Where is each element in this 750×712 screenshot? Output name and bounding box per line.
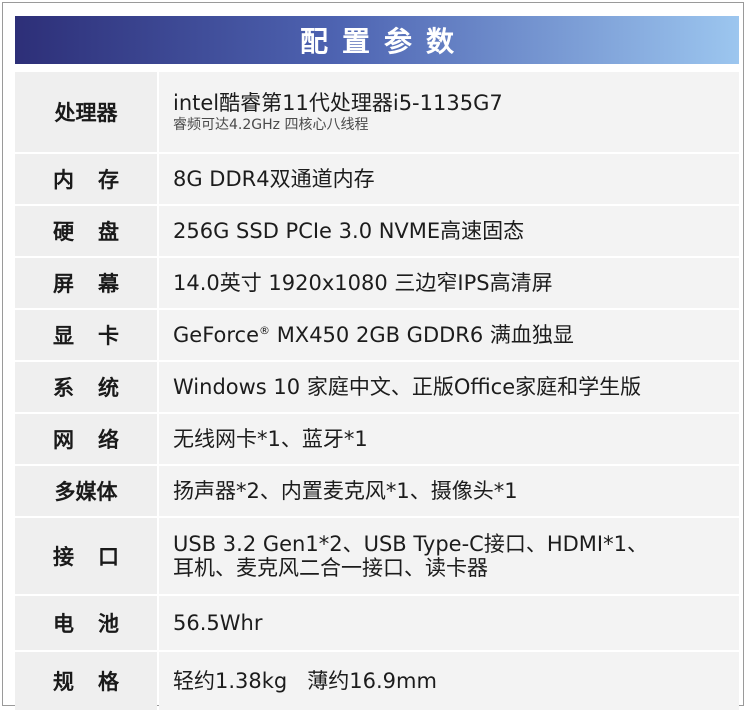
- spec-row-os: 系统 Windows 10 家庭中文、正版Office家庭和学生版: [15, 362, 739, 414]
- spec-label: 显卡: [15, 310, 157, 360]
- gpu-brand: GeForce: [173, 322, 260, 347]
- spec-table: 处理器 intel酷睿第11代处理器i5-1135G7 睿频可达4.2GHz 四…: [15, 72, 739, 710]
- spec-value-main: intel酷睿第11代处理器i5-1135G7: [173, 91, 503, 116]
- spec-row-storage: 硬盘 256G SSD PCIe 3.0 NVME高速固态: [15, 206, 739, 258]
- spec-row-screen: 屏幕 14.0英寸 1920x1080 三边窄IPS高清屏: [15, 258, 739, 310]
- spec-label: 处理器: [15, 72, 157, 152]
- spec-row-memory: 内存 8G DDR4双通道内存: [15, 154, 739, 206]
- spec-value: 扬声器*2、内置麦克风*1、摄像头*1: [159, 466, 739, 516]
- spec-row-cpu: 处理器 intel酷睿第11代处理器i5-1135G7 睿频可达4.2GHz 四…: [15, 72, 739, 154]
- spec-label: 电池: [15, 596, 157, 650]
- spec-label: 系统: [15, 362, 157, 412]
- spec-value: 轻约1.38kg 薄约16.9mm: [159, 652, 739, 710]
- spec-label: 接口: [15, 518, 157, 594]
- spec-label: 屏幕: [15, 258, 157, 308]
- spec-sheet: 配置参数 处理器 intel酷睿第11代处理器i5-1135G7 睿频可达4.2…: [2, 2, 744, 710]
- spec-label: 多媒体: [15, 466, 157, 516]
- spec-row-multimedia: 多媒体 扬声器*2、内置麦克风*1、摄像头*1: [15, 466, 739, 518]
- spec-label: 硬盘: [15, 206, 157, 256]
- spec-label: 规格: [15, 652, 157, 710]
- spec-value: 56.5Whr: [159, 596, 739, 650]
- spec-value: Windows 10 家庭中文、正版Office家庭和学生版: [159, 362, 739, 412]
- spec-row-network: 网络 无线网卡*1、蓝牙*1: [15, 414, 739, 466]
- header-banner: 配置参数: [15, 16, 739, 64]
- spec-value: 14.0英寸 1920x1080 三边窄IPS高清屏: [159, 258, 739, 308]
- spec-row-ports: 接口 USB 3.2 Gen1*2、USB Type-C接口、HDMI*1、 耳…: [15, 518, 739, 596]
- spec-value: intel酷睿第11代处理器i5-1135G7 睿频可达4.2GHz 四核心八线…: [159, 72, 739, 152]
- spec-value: USB 3.2 Gen1*2、USB Type-C接口、HDMI*1、 耳机、麦…: [159, 518, 739, 594]
- spec-value-line1: USB 3.2 Gen1*2、USB Type-C接口、HDMI*1、: [173, 531, 648, 556]
- spec-value: GeForce® MX450 2GB GDDR6 满血独显: [159, 310, 739, 360]
- page-title: 配置参数: [299, 25, 468, 58]
- spec-value: 无线网卡*1、蓝牙*1: [159, 414, 739, 464]
- spec-label: 内存: [15, 154, 157, 204]
- spec-row-battery: 电池 56.5Whr: [15, 596, 739, 652]
- spec-value-gpu: GeForce® MX450 2GB GDDR6 满血独显: [173, 323, 739, 347]
- spec-value: 8G DDR4双通道内存: [159, 154, 739, 204]
- spec-value-line2: 耳机、麦克风二合一接口、读卡器: [173, 556, 488, 580]
- spec-value-sub: 睿频可达4.2GHz 四核心八线程: [173, 116, 369, 133]
- gpu-model: MX450 2GB GDDR6 满血独显: [270, 322, 574, 347]
- spec-row-dimensions: 规格 轻约1.38kg 薄约16.9mm: [15, 652, 739, 710]
- registered-mark: ®: [259, 323, 271, 337]
- spec-label: 网络: [15, 414, 157, 464]
- spec-row-gpu: 显卡 GeForce® MX450 2GB GDDR6 满血独显: [15, 310, 739, 362]
- spec-value: 256G SSD PCIe 3.0 NVME高速固态: [159, 206, 739, 256]
